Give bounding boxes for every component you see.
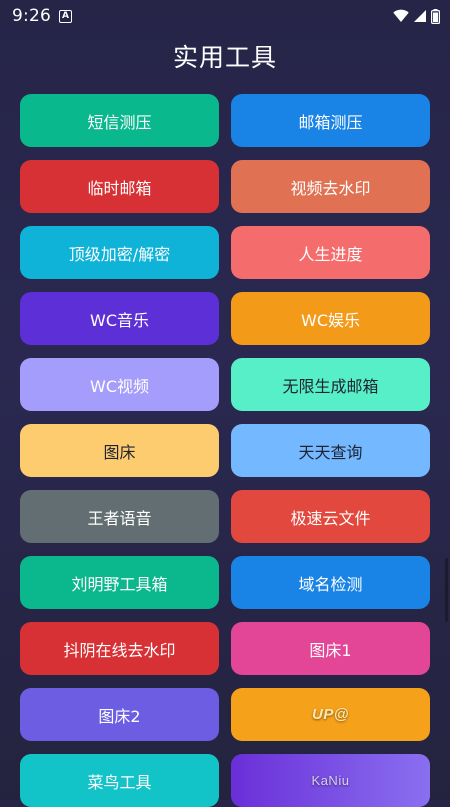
unlimited-email-generator-button[interactable]: 无限生成邮箱 [231,358,430,411]
daily-query-button[interactable]: 天天查询 [231,424,430,477]
tools-grid: 短信测压 邮箱测压 临时邮箱 视频去水印 顶级加密/解密 人生进度 WC音乐 W… [20,94,430,807]
sms-stress-button[interactable]: 短信测压 [20,94,219,147]
encrypt-decrypt-button[interactable]: 顶级加密/解密 [20,226,219,279]
wifi-icon [393,9,409,22]
kaniu-banner-text: KaNiu [311,773,350,788]
temp-email-button[interactable]: 临时邮箱 [20,160,219,213]
domain-check-button[interactable]: 域名检测 [231,556,430,609]
image-host-2-button[interactable]: 图床2 [20,688,219,741]
image-host-1-button[interactable]: 图床1 [231,622,430,675]
logo-banner-text: UP@ [312,706,349,723]
life-progress-button[interactable]: 人生进度 [231,226,430,279]
kaniu-banner-button[interactable]: KaNiu [231,754,430,807]
logo-banner-button[interactable]: UP@ [231,688,430,741]
status-time: 9:26 [12,6,51,26]
king-voice-button[interactable]: 王者语音 [20,490,219,543]
notification-app-icon: A [58,9,72,23]
wc-video-button[interactable]: WC视频 [20,358,219,411]
status-right [393,8,440,24]
email-stress-button[interactable]: 邮箱测压 [231,94,430,147]
status-left: 9:26 A [12,6,72,26]
scrollbar-thumb[interactable] [445,558,448,622]
liumingye-toolbox-button[interactable]: 刘明野工具箱 [20,556,219,609]
wc-music-button[interactable]: WC音乐 [20,292,219,345]
video-watermark-remover-button[interactable]: 视频去水印 [231,160,430,213]
status-bar: 9:26 A [0,0,450,32]
page-title: 实用工具 [172,43,277,72]
battery-icon [431,8,440,24]
runoob-tools-button[interactable]: 菜鸟工具 [20,754,219,807]
douyin-watermark-remover-button[interactable]: 抖阴在线去水印 [20,622,219,675]
signal-icon [414,10,426,22]
image-host-button[interactable]: 图床 [20,424,219,477]
wc-entertainment-button[interactable]: WC娱乐 [231,292,430,345]
fast-cloud-file-button[interactable]: 极速云文件 [231,490,430,543]
